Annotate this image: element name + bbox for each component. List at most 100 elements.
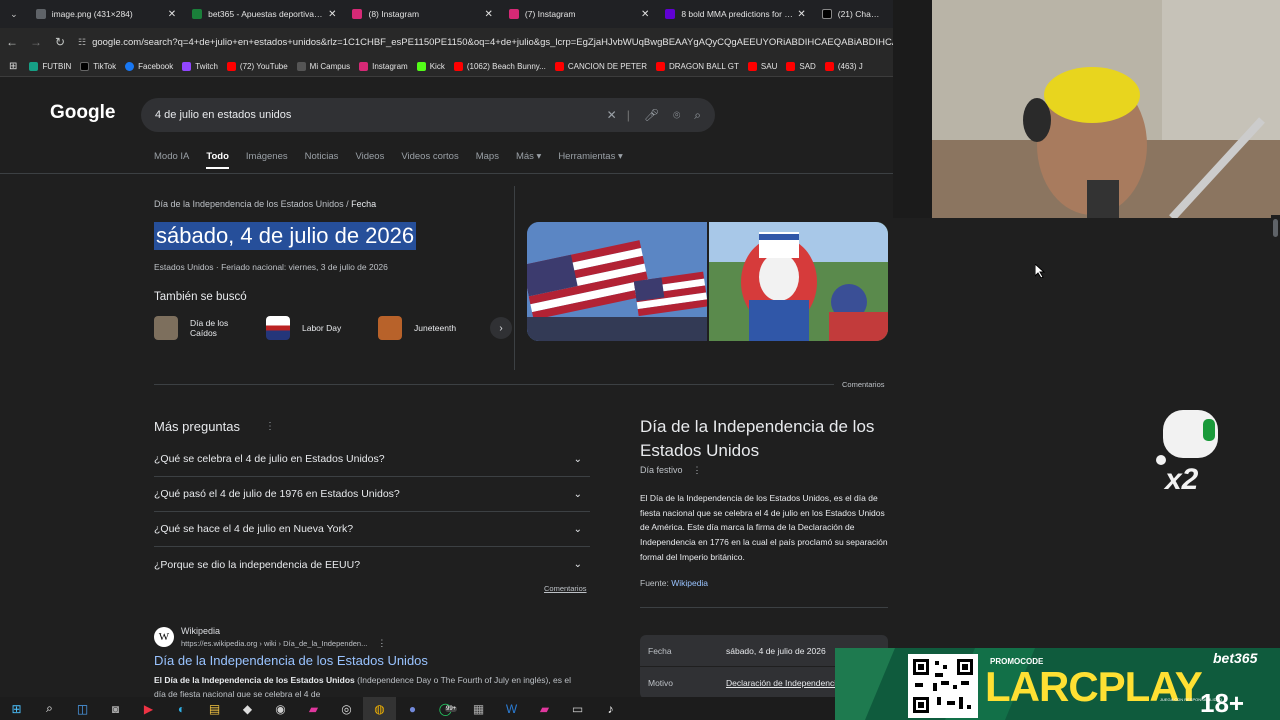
more-options-icon[interactable]: ⋮ [377,638,386,648]
chevron-down-icon[interactable]: ⌄ [574,454,582,465]
chevron-down-icon[interactable]: ⌄ [574,489,582,500]
tab-videos-cortos[interactable]: Videos cortos [401,151,458,169]
tab-3[interactable]: (7) Instagram ✕ [501,0,657,28]
bookmark-sad[interactable]: SAD [786,61,816,71]
apps-grid-icon[interactable]: ⊞ [9,61,17,72]
bookmark-icon [359,61,369,71]
epic-app-icon[interactable]: ◆ [231,697,264,720]
question-item[interactable]: ¿Qué se celebra el 4 de julio en Estados… [154,442,590,477]
clear-icon[interactable]: ✕ [607,108,617,122]
windows-start-icon[interactable]: ⊞ [0,697,33,720]
bookmark-mi-campus[interactable]: Mi Campus [296,61,350,71]
store-app-icon[interactable]: ◫ [66,697,99,720]
edge-icon[interactable]: ◐ [165,697,198,720]
steam-icon[interactable]: ◉ [264,697,297,720]
bookmark-instagram[interactable]: Instagram [359,61,408,71]
question-item[interactable]: ¿Porque se dio la independencia de EEUU?… [154,547,590,582]
question-item[interactable]: ¿Qué pasó el 4 de julio de 1976 en Estad… [154,477,590,512]
site-info-icon[interactable]: ☷ [78,37,86,48]
pink-app-icon[interactable]: ▰ [297,697,330,720]
tab-0[interactable]: image.png (431×284) ✕ [28,0,184,28]
pink-app-icon-2[interactable]: ▰ [528,697,561,720]
bookmark-futbin[interactable]: FUTBIN [29,61,71,71]
search-input[interactable]: 4 de julio en estados unidos ✕ | 🎤︎ ⌾ ⌕ [141,98,715,132]
chrome-icon[interactable]: ◍ [363,697,396,720]
game-app-icon[interactable]: ◙ [99,697,132,720]
question-item[interactable]: ¿Qué se hace el 4 de julio en Nueva York… [154,512,590,547]
discord-icon[interactable]: ● [396,697,429,720]
bookmark-cancion-peter[interactable]: CANCION DE PETER [554,61,647,71]
bookmark-twitch[interactable]: Twitch [182,61,218,71]
fact-value[interactable]: Declaración de Independencia [726,678,841,688]
feedback-link[interactable]: Comentarios [544,584,587,593]
google-logo[interactable]: Google [50,102,115,124]
tab-search-button[interactable]: ⌄ [0,0,28,28]
result-site-name[interactable]: Wikipedia [181,626,220,636]
source-link[interactable]: Wikipedia [671,578,708,588]
bookmark-sau[interactable]: SAU [747,61,777,71]
tab-4[interactable]: 8 bold MMA predictions for 20 ✕ [657,0,813,28]
chevron-right-icon[interactable]: › [490,317,512,339]
scrollbar[interactable] [1271,215,1280,645]
tab-maps[interactable]: Maps [476,151,499,169]
related-thumbnail [378,316,402,340]
obs-icon[interactable]: ◎ [330,697,363,720]
close-tab-icon[interactable]: ✕ [328,9,336,20]
feedback-link[interactable]: Comentarios [842,380,885,389]
whatsapp-icon[interactable]: ◯99+ [429,697,462,720]
address-bar[interactable]: ☷ google.com/search?q=4+de+julio+en+esta… [78,31,893,53]
bookmark-beach-bunny[interactable]: (1062) Beach Bunny... [453,61,546,71]
search-icon[interactable]: ⌕ [694,108,701,123]
tiktok-icon[interactable]: ♪ [594,697,627,720]
bookmark-kick[interactable]: Kick [416,61,445,71]
calculator-icon[interactable]: ▦ [462,697,495,720]
close-tab-icon[interactable]: ✕ [485,9,493,20]
flag-image[interactable] [527,222,707,341]
word-icon[interactable]: W [495,697,528,720]
back-arrow-icon[interactable]: ← [0,35,24,49]
search-icon[interactable]: ⌕ [33,697,66,720]
tab-todo[interactable]: Todo [206,151,229,169]
tab-noticias[interactable]: Noticias [305,151,339,169]
chevron-down-icon[interactable]: ⌄ [574,524,582,535]
close-tab-icon[interactable]: ✕ [797,9,805,20]
reload-icon[interactable]: ↻ [48,35,72,49]
uncle-sam-image[interactable] [709,222,888,341]
chevron-down-icon[interactable]: ⌄ [574,559,582,570]
related-item-memorial-day[interactable]: Día de los Caídos [154,316,266,340]
tab-2[interactable]: (8) Instagram ✕ [344,0,500,28]
close-tab-icon[interactable]: ✕ [641,9,649,20]
tab-herramientas[interactable]: Herramientas ▾ [558,151,622,169]
tab-modo-ia[interactable]: Modo IA [154,151,189,169]
tab-5[interactable]: (21) Champion [814,0,893,28]
question-text: ¿Qué pasó el 4 de julio de 1976 en Estad… [154,488,400,500]
search-query[interactable]: 4 de julio en estados unidos [155,109,593,121]
tab-mas[interactable]: Más ▾ [516,151,541,169]
bookmark-youtube[interactable]: (72) YouTube [226,61,288,71]
bookmark-463[interactable]: (463) J [824,61,863,71]
bookmark-dragon-ball[interactable]: DRAGON BALL GT [655,61,739,71]
result-title-link[interactable]: Día de la Independencia de los Estados U… [154,653,428,668]
tab-imagenes[interactable]: Imágenes [246,151,288,169]
tab-videos[interactable]: Videos [355,151,384,169]
breadcrumb-topic[interactable]: Día de la Independencia de los Estados U… [154,199,344,209]
related-item-labor-day[interactable]: Labor Day [266,316,378,340]
window-app-icon[interactable]: ▭ [561,697,594,720]
bookmark-label: Twitch [195,61,218,71]
related-item-juneteenth[interactable]: Juneteenth [378,316,490,340]
bookmark-tiktok[interactable]: TikTok [80,61,116,71]
forward-arrow-icon[interactable]: → [24,35,48,49]
related-label: Juneteenth [414,323,457,333]
microphone-icon[interactable]: 🎤︎ [644,108,659,122]
more-options-icon[interactable]: ⋮ [265,421,275,432]
tab-1[interactable]: bet365 - Apuestas deportivas e ✕ [184,0,344,28]
scrollbar-thumb[interactable] [1273,219,1278,237]
close-tab-icon[interactable]: ✕ [168,9,176,20]
lens-icon[interactable]: ⌾ [673,108,680,123]
mouse-cursor-icon [1034,262,1046,283]
bookmark-facebook[interactable]: Facebook [125,61,173,71]
more-options-icon[interactable]: ⋮ [693,465,702,475]
file-explorer-icon[interactable]: ▤ [198,697,231,720]
result-url[interactable]: https://es.wikipedia.org › wiki › Día_de… [181,638,386,649]
red-app-icon[interactable]: ▶ [132,697,165,720]
